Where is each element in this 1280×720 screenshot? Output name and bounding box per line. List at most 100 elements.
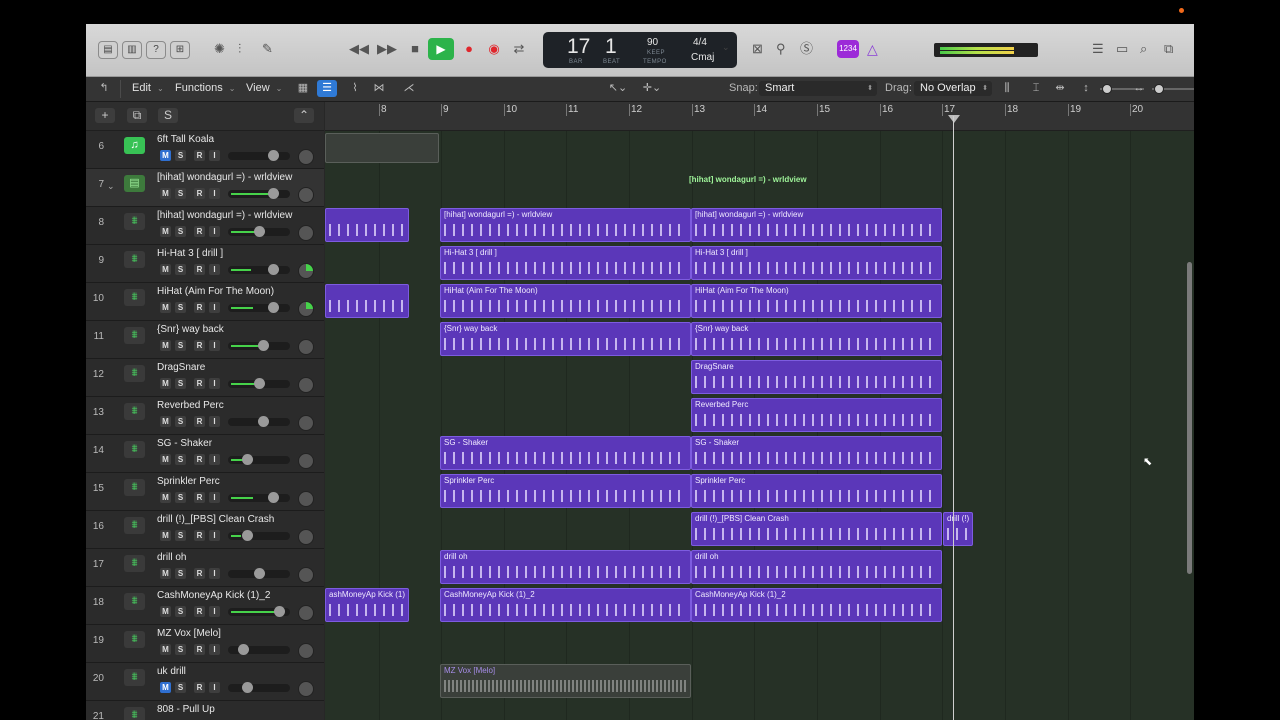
region[interactable]: Sprinkler Perc (440, 474, 691, 508)
pan-knob[interactable] (298, 263, 314, 279)
pan-knob[interactable] (298, 453, 314, 469)
track-name[interactable]: Reverbed Perc (157, 400, 224, 411)
playhead[interactable] (953, 116, 954, 720)
record-enable-button[interactable]: R (194, 416, 205, 427)
quick-help-icon[interactable]: ? (146, 41, 166, 59)
list-view-icon[interactable]: ☰ (317, 80, 337, 97)
play-button[interactable]: ▶ (428, 38, 454, 60)
volume-fader[interactable] (228, 682, 290, 693)
record-enable-button[interactable]: R (194, 568, 205, 579)
snap-select[interactable]: Smart ⬍ (759, 81, 877, 96)
collapse-icon[interactable]: ⌃ (294, 108, 314, 123)
volume-fader[interactable] (228, 606, 290, 617)
region[interactable]: {Snr} way back (691, 322, 942, 356)
track-name[interactable]: [hihat] wondagurl =) - wrldview (157, 210, 292, 221)
volume-fader[interactable] (228, 188, 290, 199)
region[interactable]: HiHat (Aim For The Moon) (691, 284, 942, 318)
track-row[interactable]: 7 ⌄ ▤ [hihat] wondagurl =) - wrldview M … (86, 169, 324, 207)
region[interactable]: DragSnare (691, 360, 942, 394)
volume-fader[interactable] (228, 568, 290, 579)
solo-button[interactable]: S (175, 606, 186, 617)
volume-fader[interactable] (228, 302, 290, 313)
global-solo-button[interactable]: S (158, 108, 178, 123)
track-name[interactable]: {Snr} way back (157, 324, 224, 335)
pan-knob[interactable] (298, 187, 314, 203)
rewind-icon[interactable]: ◀◀ (348, 40, 370, 58)
fader-cap[interactable] (242, 454, 253, 465)
track-name[interactable]: drill (!)_[PBS] Clean Crash (157, 514, 274, 525)
record-enable-button[interactable]: R (194, 264, 205, 275)
volume-fader[interactable] (228, 492, 290, 503)
track-row[interactable]: 19 ⩩ MZ Vox [Melo] M S R I (86, 625, 324, 663)
input-monitor-button[interactable]: I (209, 378, 220, 389)
fast-forward-icon[interactable]: ▶▶ (376, 40, 398, 58)
region[interactable] (325, 284, 409, 318)
mute-button[interactable]: M (160, 568, 171, 579)
mute-button[interactable]: M (160, 302, 171, 313)
input-monitor-button[interactable]: I (209, 530, 220, 541)
input-monitor-button[interactable]: I (209, 568, 220, 579)
catch-playhead-icon[interactable]: ⋌ (399, 80, 419, 97)
track-name[interactable]: [hihat] wondagurl =) - wrldview (157, 172, 292, 183)
volume-fader[interactable] (228, 264, 290, 275)
track-lanes[interactable]: [hihat] wondagurl =) - wrldview [hihat] … (325, 131, 1194, 720)
pan-knob[interactable] (298, 301, 314, 317)
region[interactable]: [hihat] wondagurl =) - wrldview (691, 208, 942, 242)
input-monitor-button[interactable]: I (209, 150, 220, 161)
track-name[interactable]: 808 - Pull Up (157, 704, 215, 715)
tuner-icon[interactable]: ⚲ (776, 40, 786, 58)
record-enable-button[interactable]: R (194, 188, 205, 199)
fader-cap[interactable] (254, 568, 265, 579)
pan-knob[interactable] (298, 415, 314, 431)
drag-select[interactable]: No Overlap ⬍ (914, 81, 992, 96)
fader-cap[interactable] (242, 530, 253, 541)
edit-menu[interactable]: Edit ⌄ (132, 82, 164, 94)
volume-fader[interactable] (228, 454, 290, 465)
solo-button[interactable]: S (175, 302, 186, 313)
track-name[interactable]: Hi-Hat 3 [ drill ] (157, 248, 223, 259)
track-name[interactable]: 6ft Tall Koala (157, 134, 214, 145)
library-icon[interactable]: ▤ (98, 41, 118, 59)
region[interactable]: Hi-Hat 3 [ drill ] (691, 246, 942, 280)
grid-view-icon[interactable]: ▦ (293, 80, 313, 97)
arrange-area[interactable]: 8 9 10 11 12 13 14 15 16 17 18 19 20 [hi… (325, 102, 1194, 720)
track-row[interactable]: 6 ♫ 6ft Tall Koala M S R I (86, 131, 324, 169)
track-row[interactable]: 9 ⩩ Hi-Hat 3 [ drill ] M S R I (86, 245, 324, 283)
track-row[interactable]: 21 ⩩ 808 - Pull Up (86, 701, 324, 720)
mute-button[interactable]: M (160, 378, 171, 389)
input-monitor-button[interactable]: I (209, 606, 220, 617)
volume-fader[interactable] (228, 340, 290, 351)
loop-browser-icon[interactable]: ⌕ (1140, 40, 1147, 58)
toolbar-icon[interactable]: ⊞ (170, 41, 190, 59)
track-row[interactable]: 8 ⩩ [hihat] wondagurl =) - wrldview M S … (86, 207, 324, 245)
track-name[interactable]: CashMoneyAp Kick (1)_2 (157, 590, 270, 601)
region[interactable] (325, 208, 409, 242)
record-enable-button[interactable]: R (194, 492, 205, 503)
track-row[interactable]: 18 ⩩ CashMoneyAp Kick (1)_2 M S R I (86, 587, 324, 625)
fader-cap[interactable] (258, 416, 269, 427)
fader-cap[interactable] (254, 226, 265, 237)
vertical-scrollbar[interactable] (1187, 262, 1192, 574)
record-enable-button[interactable]: R (194, 378, 205, 389)
pointer-tool-icon[interactable]: ↖⌄ (608, 80, 628, 97)
input-monitor-button[interactable]: I (209, 264, 220, 275)
region[interactable]: ashMoneyAp Kick (1) (325, 588, 409, 622)
solo-button[interactable]: S (175, 340, 186, 351)
stop-icon[interactable]: ■ (404, 40, 426, 58)
pan-knob[interactable] (298, 605, 314, 621)
editors-icon[interactable]: ✎ (262, 40, 273, 58)
bar-ruler[interactable]: 8 9 10 11 12 13 14 15 16 17 18 19 20 (325, 102, 1194, 131)
record-icon[interactable]: ● (458, 40, 480, 58)
track-name[interactable]: SG - Shaker (157, 438, 212, 449)
duplicate-track-button[interactable]: ⧉ (127, 108, 147, 123)
track-row[interactable]: 12 ⩩ DragSnare M S R I (86, 359, 324, 397)
solo-button[interactable]: S (175, 454, 186, 465)
playhead-handle[interactable] (948, 115, 960, 123)
input-monitor-button[interactable]: I (209, 302, 220, 313)
capture-recording-icon[interactable]: ◉ (483, 40, 505, 58)
record-enable-button[interactable]: R (194, 340, 205, 351)
mute-button[interactable]: M (160, 606, 171, 617)
region[interactable]: Reverbed Perc (691, 398, 942, 432)
solo-button[interactable]: S (175, 226, 186, 237)
notepad-icon[interactable]: ▭ (1116, 40, 1128, 58)
